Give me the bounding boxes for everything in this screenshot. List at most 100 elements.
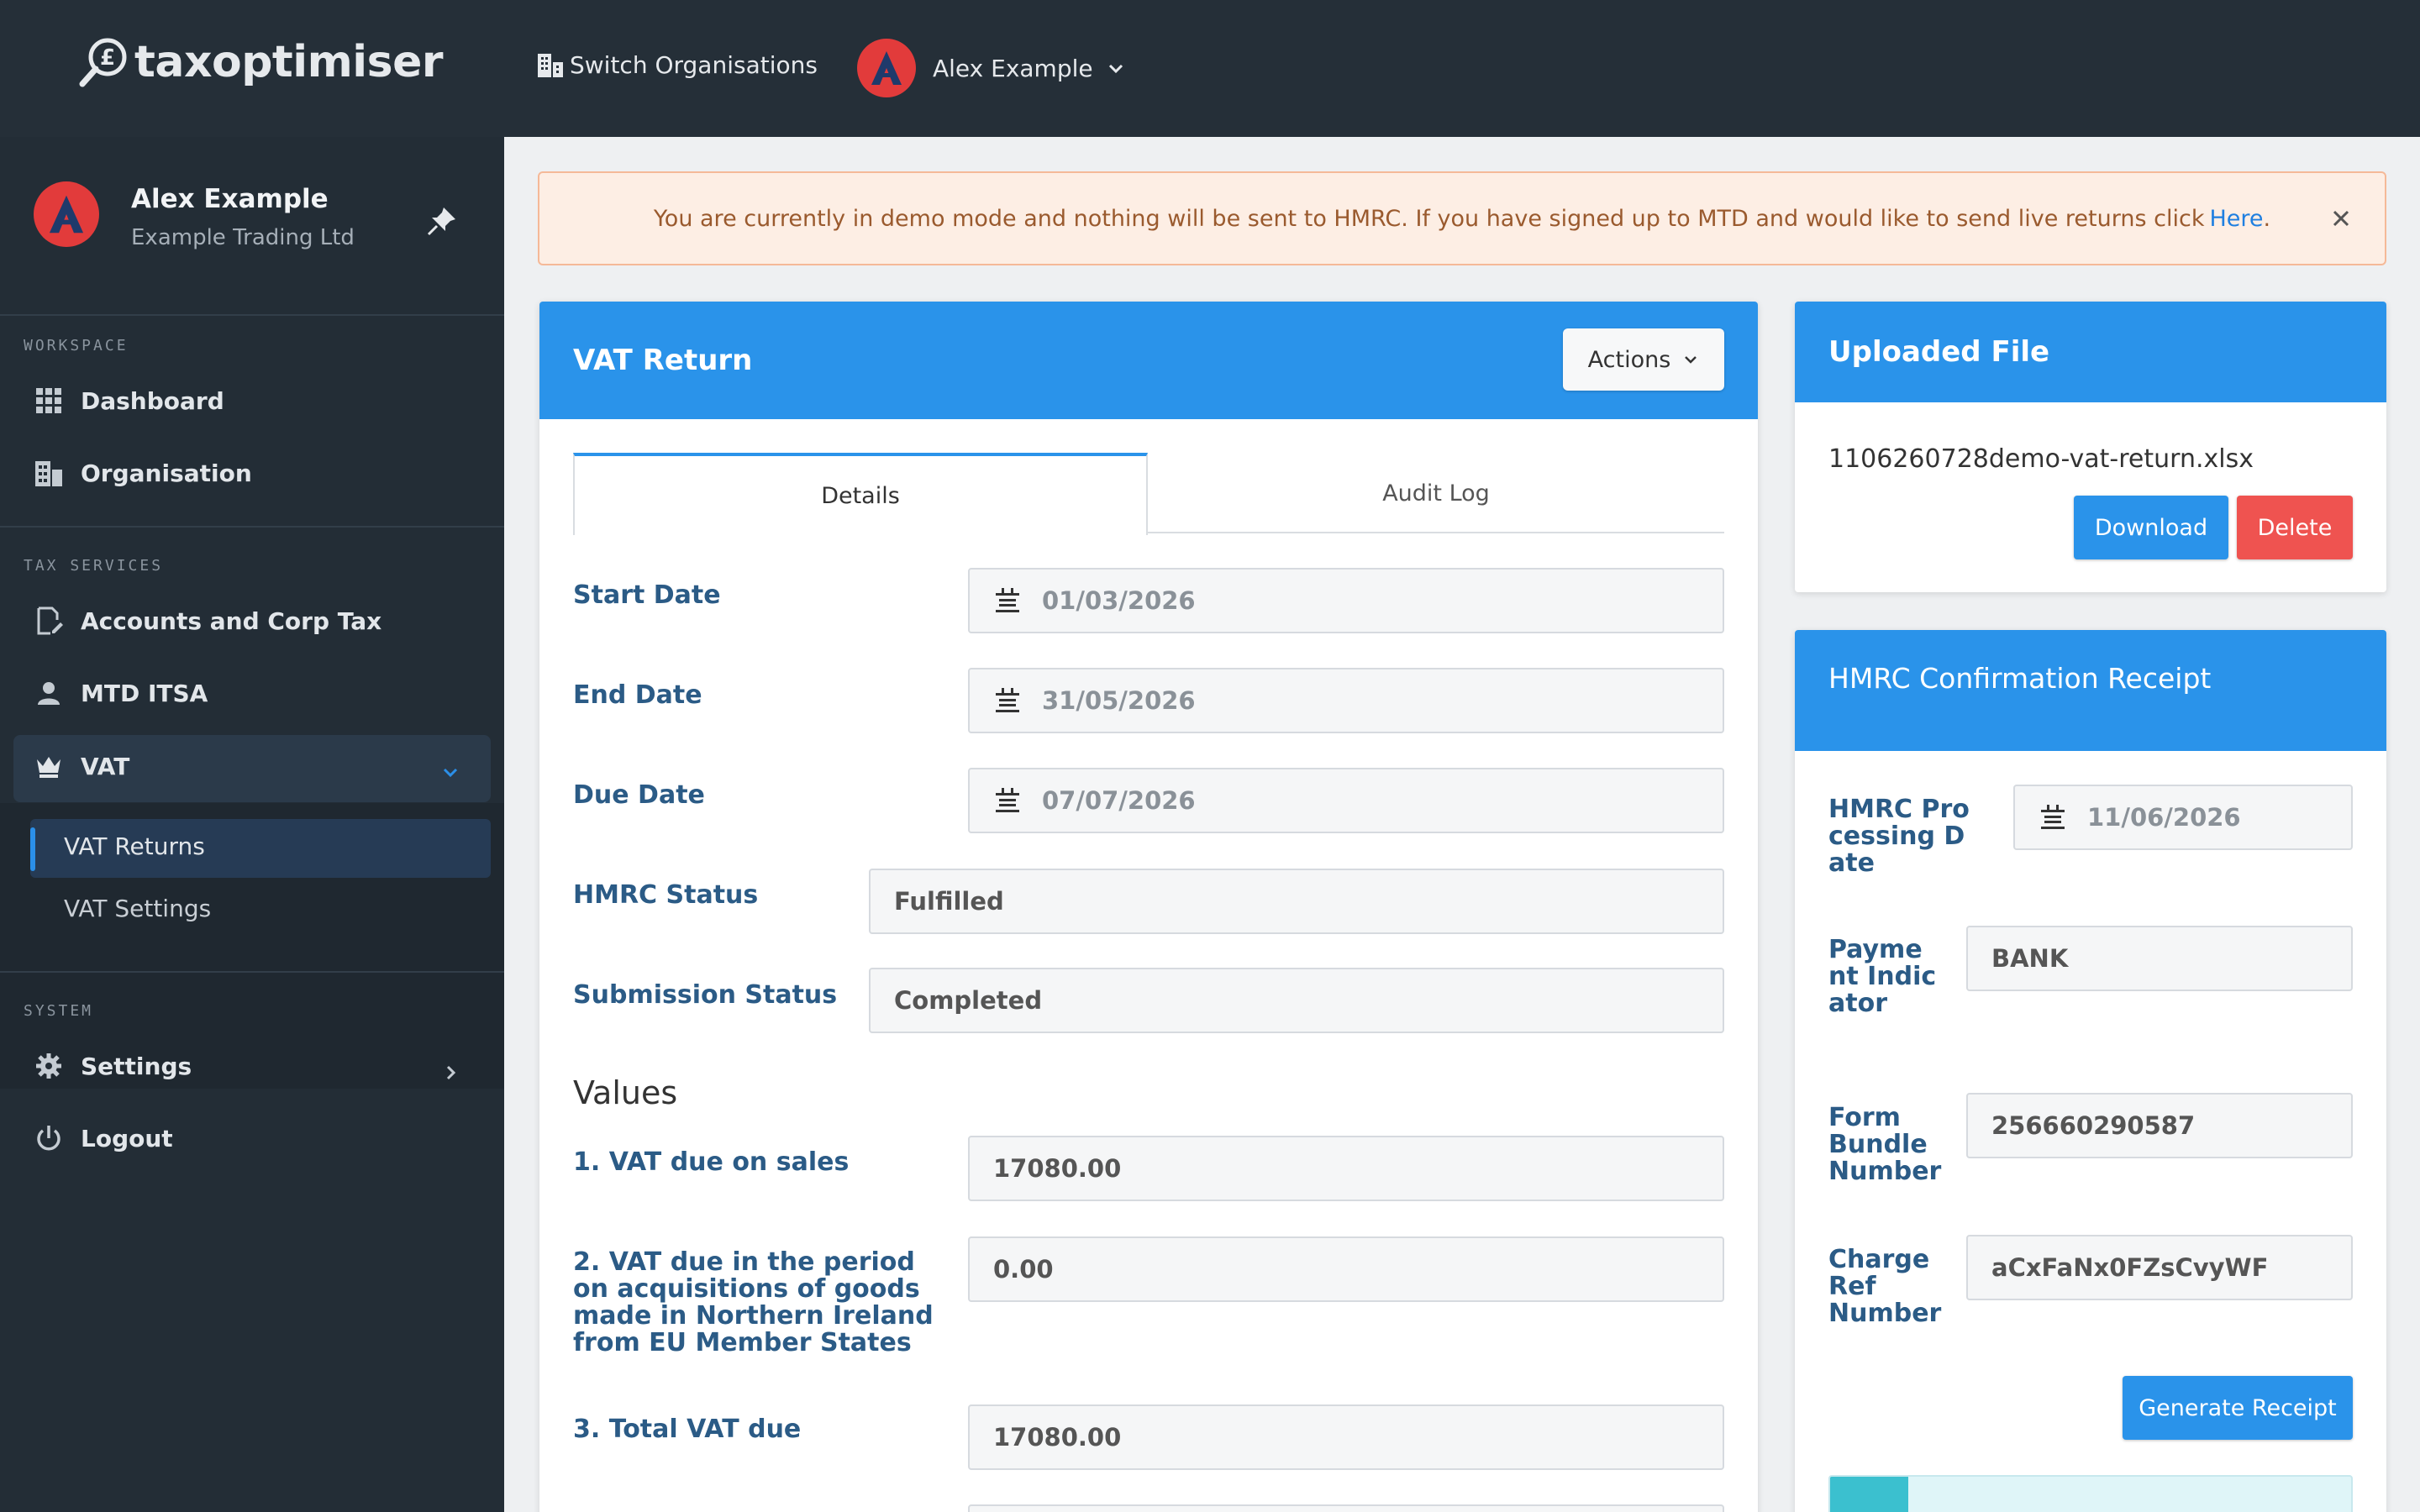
alert-link-here[interactable]: Here — [2209, 206, 2263, 232]
generate-receipt-button[interactable]: Generate Receipt — [2123, 1376, 2353, 1440]
section-label-workspace: WORKSPACE — [24, 337, 129, 354]
demo-mode-alert: You are currently in demo mode and nothi… — [538, 171, 2386, 265]
card-header: HMRC Confirmation Receipt — [1795, 630, 2386, 751]
hmrc-status-field[interactable]: Fulfilled — [869, 869, 1724, 934]
card-header: VAT Return Actions — [539, 302, 1758, 419]
payment-indicator-field[interactable]: BANK — [1966, 926, 2353, 991]
box2-label: 2. VAT due in the period on acquisitions… — [573, 1247, 934, 1357]
uploaded-file-card: Uploaded File 1106260728demo-vat-return.… — [1795, 302, 2386, 592]
sidebar-item-label: Accounts and Corp Tax — [81, 606, 382, 635]
start-date-field[interactable]: 01/03/2026 — [968, 568, 1724, 633]
download-button[interactable]: Download — [2074, 496, 2228, 559]
payment-indicator-label: Payment Indicator — [1828, 935, 1937, 1018]
active-indicator — [30, 827, 35, 871]
tab-audit-log[interactable]: Audit Log — [1148, 453, 1724, 533]
user-name: Alex Example — [933, 54, 1093, 82]
section-label-tax-services: TAX SERVICES — [24, 557, 164, 575]
box3-field[interactable]: 17080.00 — [968, 1404, 1724, 1470]
sidebar-item-vat-label-row[interactable]: VAT — [34, 751, 129, 781]
sidebar-item-vat-returns-label[interactable]: VAT Returns — [64, 832, 205, 860]
user-icon — [38, 682, 60, 705]
pin-icon[interactable] — [425, 204, 459, 238]
sidebar-item-label: VAT — [81, 752, 130, 780]
sidebar-item-vat-settings[interactable]: VAT Settings — [64, 895, 211, 922]
document-edit-icon — [37, 606, 63, 635]
box1-label: 1. VAT due on sales — [573, 1147, 850, 1177]
box2-field[interactable]: 0.00 — [968, 1236, 1724, 1302]
due-date-value: 07/07/2026 — [1042, 786, 1196, 815]
card-title: HMRC Confirmation Receipt — [1828, 662, 2212, 695]
end-date-value: 31/05/2026 — [1042, 686, 1196, 715]
actions-label: Actions — [1587, 346, 1671, 373]
box3-label: 3. Total VAT due — [573, 1415, 802, 1444]
chevron-down-icon[interactable] — [440, 762, 460, 782]
chevron-right-icon[interactable] — [440, 1063, 460, 1083]
profile-organisation: Example Trading Ltd — [131, 225, 355, 250]
avatar — [857, 39, 916, 97]
sidebar-item-label: Dashboard — [81, 386, 224, 415]
sidebar-item-mtd-itsa[interactable]: MTD ITSA — [34, 678, 208, 708]
divider — [0, 971, 504, 973]
avatar-letter-a-icon — [49, 195, 84, 234]
sidebar-item-label: Organisation — [81, 459, 252, 487]
calendar-icon — [996, 788, 1019, 812]
close-icon[interactable] — [2329, 207, 2353, 230]
sidebar-item-settings[interactable]: Settings — [34, 1051, 192, 1081]
sidebar-item-label: Settings — [81, 1052, 192, 1080]
tab-details[interactable]: Details — [573, 453, 1148, 535]
submission-status-field[interactable]: Completed — [869, 968, 1724, 1033]
box4-field[interactable] — [968, 1504, 1724, 1512]
uploaded-file-name: 1106260728demo-vat-return.xlsx — [1828, 444, 2254, 474]
switch-organisations-label: Switch Organisations — [570, 50, 818, 79]
svg-text:£: £ — [100, 45, 115, 71]
sidebar-item-dashboard[interactable]: Dashboard — [34, 386, 224, 416]
end-date-field[interactable]: 31/05/2026 — [968, 668, 1724, 733]
sidebar: Alex Example Example Trading Ltd WORKSPA… — [0, 137, 504, 1512]
card-title: VAT Return — [573, 344, 753, 377]
profile-name: Alex Example — [131, 184, 329, 214]
card-title: Uploaded File — [1828, 335, 2050, 369]
divider — [0, 526, 504, 528]
section-label-system: SYSTEM — [24, 1002, 94, 1020]
charge-ref-field[interactable]: aCxFaNx0FZsCvyWF — [1966, 1235, 2353, 1300]
values-heading: Values — [573, 1074, 678, 1111]
chevron-down-icon — [1108, 64, 1123, 74]
processing-date-value: 11/06/2026 — [2087, 803, 2241, 832]
processing-date-field[interactable]: 11/06/2026 — [2013, 785, 2353, 850]
sidebar-item-accounts-corp-tax[interactable]: Accounts and Corp Tax — [34, 606, 381, 636]
gear-icon — [36, 1053, 61, 1079]
user-menu[interactable]: Alex Example — [857, 39, 1125, 97]
start-date-label: Start Date — [573, 580, 721, 610]
app-name: taxoptimiser — [134, 37, 444, 87]
avatar — [34, 181, 99, 247]
calendar-icon — [2041, 805, 2065, 829]
app-logo[interactable]: £ taxoptimiser — [77, 35, 444, 89]
tab-bar: Details Audit Log — [573, 453, 1724, 535]
actions-dropdown-button[interactable]: Actions — [1563, 328, 1724, 391]
delete-button[interactable]: Delete — [2237, 496, 2353, 559]
building-icon — [35, 461, 62, 486]
submission-status-label: Submission Status — [573, 980, 838, 1010]
chevron-down-icon — [1685, 356, 1697, 364]
form-bundle-label: Form Bundle Number — [1828, 1103, 1942, 1186]
charge-ref-label: Charge Ref Number — [1828, 1245, 1942, 1328]
sidebar-item-logout[interactable]: Logout — [34, 1123, 173, 1153]
progress-fill — [1830, 1477, 1908, 1512]
sidebar-item-label: MTD ITSA — [81, 679, 208, 707]
alert-message: You are currently in demo mode and nothi… — [653, 205, 2205, 232]
building-icon — [538, 54, 563, 77]
calendar-icon — [996, 688, 1019, 712]
form-bundle-field[interactable]: 256660290587 — [1966, 1093, 2353, 1158]
hmrc-receipt-card: HMRC Confirmation Receipt HMRC Processin… — [1795, 630, 2386, 1512]
calendar-icon — [996, 588, 1019, 612]
magnifier-pound-icon: £ — [79, 38, 127, 87]
sidebar-item-label: Logout — [81, 1124, 173, 1152]
end-date-label: End Date — [573, 680, 702, 710]
due-date-field[interactable]: 07/07/2026 — [968, 768, 1724, 833]
hmrc-status-label: HMRC Status — [573, 880, 759, 910]
box1-field[interactable]: 17080.00 — [968, 1136, 1724, 1201]
start-date-value: 01/03/2026 — [1042, 586, 1196, 615]
receipt-progress-bar — [1828, 1475, 2353, 1512]
switch-organisations-button[interactable]: Switch Organisations — [536, 50, 818, 79]
sidebar-item-organisation[interactable]: Organisation — [34, 458, 252, 488]
